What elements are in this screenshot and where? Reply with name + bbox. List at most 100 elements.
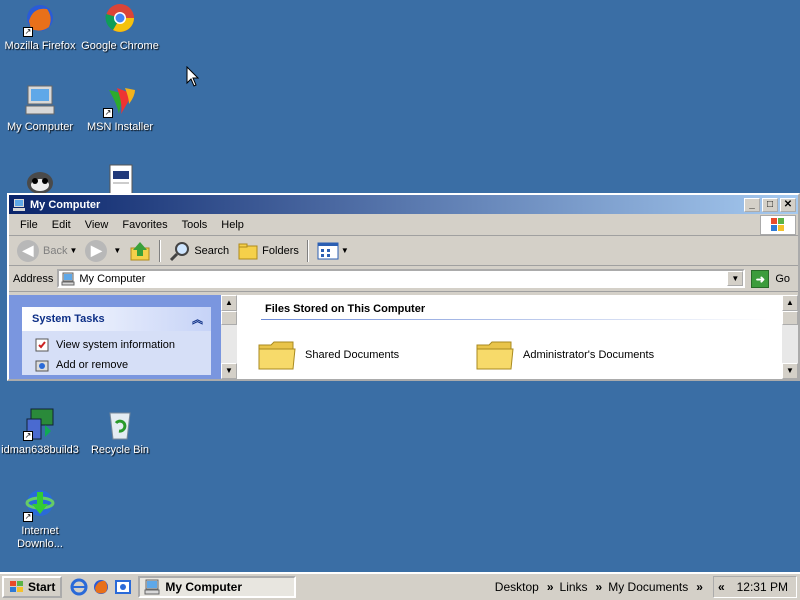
computer-icon [144, 579, 160, 595]
windows-flag-icon [10, 581, 23, 592]
internet-explorer-icon[interactable] [70, 578, 88, 596]
address-label: Address [13, 272, 54, 285]
toolbar-separator [306, 239, 309, 262]
chevron-right-icon[interactable]: » [596, 580, 603, 594]
scroll-down-button[interactable]: ▼ [221, 363, 237, 379]
section-title: Files Stored on This Computer [265, 303, 426, 315]
chevron-down-icon: ▼ [340, 246, 349, 255]
desktop-icon-recycle-bin[interactable]: Recycle Bin [80, 407, 160, 457]
computer-icon [23, 84, 57, 118]
maximize-button[interactable]: □ [762, 197, 778, 212]
scroll-up-button[interactable]: ▲ [782, 295, 798, 311]
taskbar-button-my-computer[interactable]: My Computer [138, 576, 297, 598]
address-bar: Address My Computer ▼ ➜ Go [9, 266, 798, 292]
file-view-scrollbar[interactable]: ▲ ▼ [782, 295, 798, 379]
up-folder-icon [130, 241, 150, 260]
computer-icon [13, 198, 25, 211]
scroll-thumb[interactable] [782, 311, 798, 325]
task-view-system-information[interactable]: View system information [34, 335, 211, 355]
start-button[interactable]: Start [2, 576, 63, 598]
installer-icon: ↗ [23, 407, 57, 441]
chevron-down-icon: ▼ [113, 246, 122, 255]
menu-edit[interactable]: Edit [45, 219, 78, 231]
desktop-icon-my-computer[interactable]: My Computer [0, 84, 80, 134]
folder-icon [258, 341, 296, 370]
desktop-icon-msn-installer[interactable]: ↗ MSN Installer [80, 84, 160, 134]
folders-icon [238, 243, 258, 259]
chevron-right-icon[interactable]: » [696, 580, 703, 594]
clock[interactable]: 12:31 PM [737, 580, 788, 594]
system-information-icon [35, 338, 49, 352]
up-folder-button[interactable] [125, 239, 155, 263]
recycle-bin-icon [103, 407, 137, 441]
close-button[interactable]: ✕ [780, 197, 796, 212]
scroll-up-button[interactable]: ▲ [221, 295, 237, 311]
window-title: My Computer [30, 198, 101, 211]
windows-logo-icon [760, 215, 796, 235]
desktop-icon-idman[interactable]: ↗ idman638build3 [0, 407, 80, 457]
quick-launch [68, 578, 134, 596]
section-divider [261, 319, 768, 320]
system-tasks-header[interactable]: System Tasks ︽ [22, 307, 211, 331]
taskbar-toolbars: Desktop » Links » My Documents » [495, 580, 709, 594]
file-view: Files Stored on This Computer Shared Doc… [237, 295, 798, 379]
msn-icon: ↗ [103, 84, 137, 118]
address-dropdown-button[interactable]: ▼ [727, 271, 744, 286]
views-button[interactable]: ▼ [313, 239, 353, 263]
task-pane-scrollbar[interactable]: ▲ ▼ [221, 295, 237, 379]
views-icon [317, 242, 339, 259]
toolbar-links[interactable]: Links [560, 580, 588, 594]
folder-shared-documents[interactable]: Shared Documents [257, 337, 399, 373]
menu-view[interactable]: View [78, 219, 116, 231]
toolbar-my-documents[interactable]: My Documents [608, 580, 688, 594]
menu-favorites[interactable]: Favorites [115, 219, 174, 231]
show-desktop-icon[interactable] [114, 578, 132, 596]
toolbar-desktop[interactable]: Desktop [495, 580, 539, 594]
back-arrow-icon: ◀ [17, 239, 39, 262]
minimize-button[interactable]: _ [744, 197, 760, 212]
search-icon [170, 241, 190, 261]
folder-icon [476, 341, 514, 370]
task-pane: System Tasks ︽ View system information A… [9, 295, 237, 379]
mouse-cursor-icon [186, 66, 200, 87]
desktop-icon-chrome[interactable]: Google Chrome [80, 3, 160, 53]
system-tasks-list: View system information Add or remove [22, 331, 211, 375]
folders-button[interactable]: Folders [233, 239, 303, 263]
taskbar: Start My Computer Desktop » Links » My D… [0, 572, 800, 600]
title-bar[interactable]: My Computer _ □ ✕ [9, 195, 798, 214]
my-computer-window: My Computer _ □ ✕ File Edit View Favorit… [7, 193, 800, 381]
menu-tools[interactable]: Tools [175, 219, 215, 231]
forward-arrow-icon: ▶ [85, 239, 108, 262]
menu-bar: File Edit View Favorites Tools Help [9, 214, 798, 236]
chevron-down-icon: ▼ [69, 246, 78, 255]
desktop-icon-firefox[interactable]: ↗ Mozilla Firefox [0, 3, 80, 53]
folder-administrators-documents[interactable]: Administrator's Documents [475, 337, 654, 373]
document-icon [103, 163, 137, 197]
menu-file[interactable]: File [13, 219, 45, 231]
task-add-or-remove[interactable]: Add or remove [34, 355, 211, 375]
back-button[interactable]: ◀ Back ▼ [13, 239, 81, 263]
toolbar-separator [159, 239, 162, 262]
system-tray: « 12:31 PM [712, 576, 797, 598]
computer-icon [61, 272, 75, 285]
add-remove-programs-icon [35, 360, 49, 372]
forward-button[interactable]: ▶ ▼ [81, 239, 125, 263]
search-button[interactable]: Search [165, 239, 233, 263]
desktop-icon-internet-download[interactable]: ↗ Internet Downlo... [0, 488, 80, 551]
chevron-right-icon[interactable]: » [547, 580, 554, 594]
firefox-icon[interactable] [92, 578, 110, 596]
menu-help[interactable]: Help [214, 219, 251, 231]
scroll-thumb[interactable] [221, 311, 237, 325]
raccoon-icon [23, 163, 57, 197]
standard-toolbar: ◀ Back ▼ ▶ ▼ Search Folders ▼ [9, 236, 798, 266]
go-button[interactable]: ➜ Go [751, 269, 790, 288]
scroll-down-button[interactable]: ▼ [782, 363, 798, 379]
address-input[interactable]: My Computer ▼ [57, 269, 746, 288]
show-hidden-icons-chevron-icon[interactable]: « [718, 580, 725, 594]
firefox-icon: ↗ [23, 3, 57, 37]
window-content: System Tasks ︽ View system information A… [9, 295, 798, 379]
chrome-icon [103, 3, 137, 37]
go-arrow-icon: ➜ [751, 269, 770, 288]
idm-icon: ↗ [23, 488, 57, 522]
collapse-chevron-icon[interactable]: ︽ [192, 311, 203, 327]
